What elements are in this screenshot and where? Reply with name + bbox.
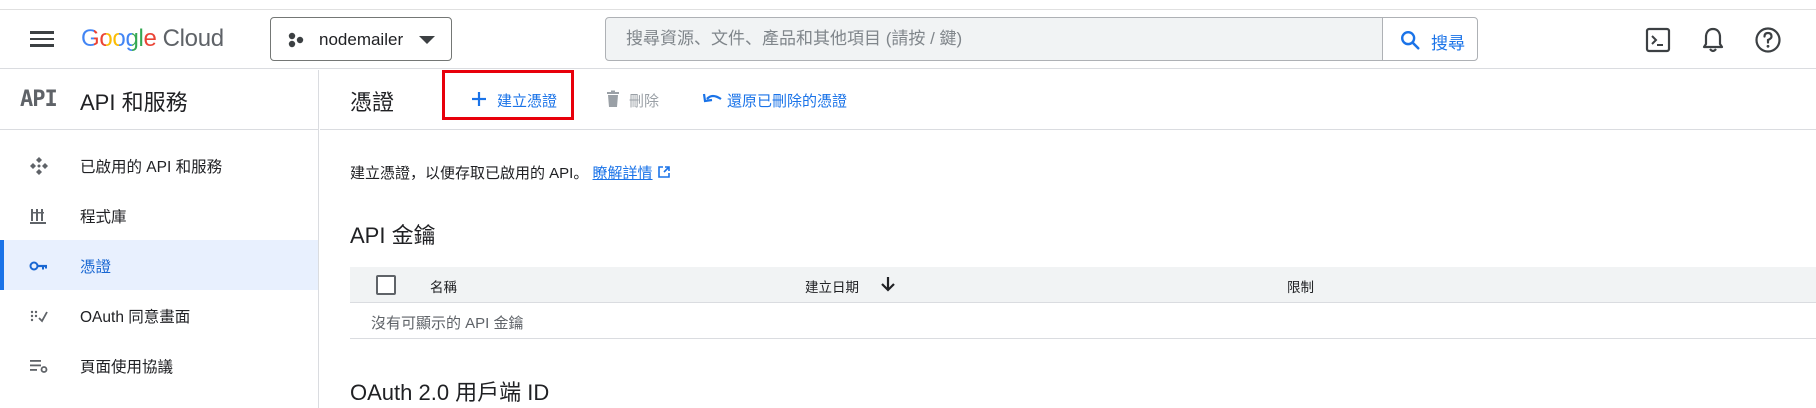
- search-button[interactable]: 搜尋: [1382, 17, 1478, 61]
- sidebar-item-oauth-consent[interactable]: OAuth 同意畫面: [0, 290, 318, 340]
- empty-message: 沒有可顯示的 API 金鑰: [371, 315, 524, 332]
- help-icon[interactable]: [1752, 24, 1784, 56]
- trash-icon: [607, 90, 619, 107]
- restore-label: 還原已刪除的憑證: [727, 93, 848, 110]
- page-description: 建立憑證，以便存取已啟用的 API。 瞭解詳情: [350, 162, 671, 183]
- enabled-apis-icon: [30, 157, 48, 175]
- table-header: 名稱 建立日期 限制: [350, 267, 1816, 303]
- api-keys-title: API 金鑰: [350, 223, 436, 248]
- arrow-down-icon[interactable]: [878, 274, 898, 294]
- add-icon: [472, 92, 486, 106]
- project-name: nodemailer: [319, 30, 404, 49]
- library-icon: [30, 209, 46, 224]
- logo-cloud-text: Cloud: [162, 25, 225, 52]
- select-all-checkbox[interactable]: [376, 275, 396, 295]
- menu-icon[interactable]: [26, 27, 58, 53]
- create-credentials-button[interactable]: 建立憑證: [470, 84, 570, 116]
- sidebar-item-credentials[interactable]: 憑證: [0, 240, 318, 290]
- external-link-icon[interactable]: [657, 165, 671, 179]
- page-toolbar: 憑證 建立憑證 刪除 還原已刪除的憑證: [320, 70, 1816, 130]
- search-icon: [1401, 31, 1420, 50]
- sidebar-item-label: 憑證: [80, 259, 112, 276]
- column-header-created[interactable]: 建立日期: [805, 276, 859, 296]
- logo-google-text: Google: [81, 25, 157, 52]
- api-badge-icon: API: [20, 87, 58, 112]
- notifications-icon[interactable]: [1697, 24, 1729, 56]
- project-icon: [288, 32, 304, 48]
- oauth-clients-title: OAuth 2.0 用戶端 ID: [350, 380, 550, 405]
- learn-more-link[interactable]: 瞭解詳情: [593, 165, 653, 182]
- sidebar-item-label: 頁面使用協議: [80, 359, 174, 376]
- sidebar-item-label: 程式庫: [80, 209, 127, 226]
- page-title: 憑證: [350, 90, 395, 115]
- project-picker-button[interactable]: nodemailer: [270, 17, 452, 61]
- restore-deleted-credentials-button[interactable]: 還原已刪除的憑證: [702, 84, 872, 116]
- search-button-label: 搜尋: [1431, 34, 1465, 53]
- key-icon: [29, 261, 47, 271]
- sidebar: API API 和服務 已啟用的 API 和服務 程式庫 憑證 OAuth 同意…: [0, 70, 319, 408]
- sidebar-item-page-agreement[interactable]: 頁面使用協議: [0, 340, 318, 390]
- sidebar-title: API 和服務: [80, 90, 188, 115]
- sidebar-item-label: OAuth 同意畫面: [80, 309, 191, 326]
- empty-row: 沒有可顯示的 API 金鑰: [350, 303, 1816, 339]
- delete-label: 刪除: [629, 93, 660, 110]
- description-text: 建立憑證，以便存取已啟用的 API。: [350, 165, 589, 182]
- sidebar-item-label: 已啟用的 API 和服務: [80, 159, 223, 176]
- top-strip: [0, 0, 1816, 10]
- search-bar: 搜尋: [605, 17, 1478, 61]
- sidebar-header: API API 和服務: [0, 70, 319, 130]
- oauth-consent-icon: [30, 310, 48, 323]
- sidebar-item-enabled-apis[interactable]: 已啟用的 API 和服務: [0, 140, 318, 190]
- search-input[interactable]: [606, 18, 1384, 60]
- delete-button[interactable]: 刪除: [604, 84, 674, 116]
- main-content: 憑證 建立憑證 刪除 還原已刪除的憑證 建立憑證，以便存取已啟用的 API。 瞭…: [320, 70, 1816, 408]
- column-header-name[interactable]: 名稱: [430, 276, 457, 296]
- page-agreement-icon: [30, 360, 48, 373]
- google-cloud-logo[interactable]: Google Cloud: [81, 24, 224, 54]
- create-credentials-label: 建立憑證: [497, 93, 558, 110]
- column-header-restrictions[interactable]: 限制: [1287, 276, 1314, 296]
- sidebar-item-library[interactable]: 程式庫: [0, 190, 318, 240]
- chevron-down-icon: [419, 36, 435, 44]
- top-header: Google Cloud nodemailer 搜尋: [0, 10, 1816, 69]
- terminal-icon[interactable]: [1642, 24, 1674, 56]
- undo-icon: [702, 93, 722, 103]
